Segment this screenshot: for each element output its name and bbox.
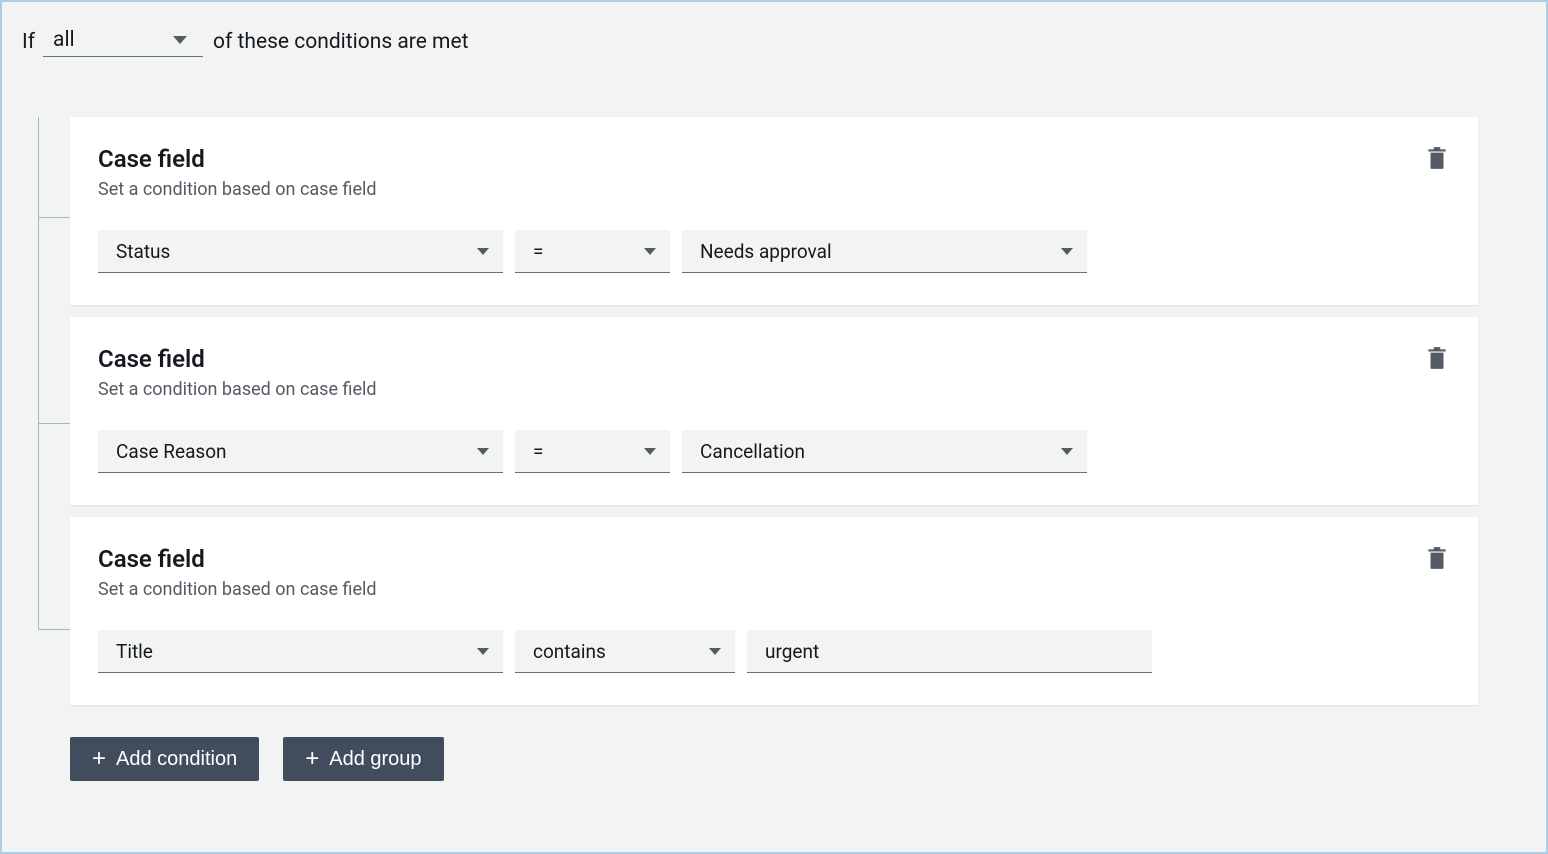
tree-connector-vertical <box>38 217 39 423</box>
trash-icon <box>1424 543 1450 573</box>
trash-icon <box>1424 343 1450 373</box>
value-value: Cancellation <box>700 440 805 463</box>
operator-select[interactable]: contains <box>515 630 735 673</box>
caret-down-icon <box>709 648 721 655</box>
field-select[interactable]: Status <box>98 230 503 273</box>
caret-down-icon <box>1061 448 1073 455</box>
value-input[interactable]: urgent <box>747 630 1152 673</box>
caret-down-icon <box>477 248 489 255</box>
tree-connector-horizontal <box>38 423 70 424</box>
value-text: urgent <box>765 640 819 663</box>
add-group-label: Add group <box>329 748 421 771</box>
tree-connector-horizontal <box>38 629 70 630</box>
quantifier-value: all <box>53 28 75 52</box>
rule-builder-panel: If all of these conditions are met Case … <box>0 0 1548 854</box>
operator-value: contains <box>533 640 606 663</box>
if-label: If <box>22 30 35 54</box>
header-suffix: of these conditions are met <box>213 30 468 54</box>
caret-down-icon <box>477 448 489 455</box>
operator-select[interactable]: = <box>515 430 670 473</box>
delete-condition-button[interactable] <box>1424 543 1450 577</box>
plus-icon: + <box>92 747 106 771</box>
field-value: Title <box>116 640 153 663</box>
conditions-tree: Case field Set a condition based on case… <box>22 117 1526 781</box>
caret-down-icon <box>477 648 489 655</box>
value-value: Needs approval <box>700 240 832 263</box>
add-condition-button[interactable]: + Add condition <box>70 737 259 781</box>
field-value: Case Reason <box>116 440 227 463</box>
field-value: Status <box>116 240 170 263</box>
quantifier-select[interactable]: all <box>43 26 203 57</box>
condition-header: If all of these conditions are met <box>22 26 1526 57</box>
card-title: Case field <box>98 545 377 573</box>
caret-down-icon <box>644 248 656 255</box>
delete-condition-button[interactable] <box>1424 343 1450 377</box>
operator-value: = <box>533 440 543 463</box>
plus-icon: + <box>305 747 319 771</box>
caret-down-icon <box>644 448 656 455</box>
tree-connector-horizontal <box>38 217 70 218</box>
field-select[interactable]: Case Reason <box>98 430 503 473</box>
tree-connector-vertical <box>38 117 39 217</box>
condition-inputs: Status = Needs approval <box>98 230 1450 273</box>
condition-inputs: Case Reason = Cancellation <box>98 430 1450 473</box>
condition-inputs: Title contains urgent <box>98 630 1450 673</box>
caret-down-icon <box>1061 248 1073 255</box>
caret-down-icon <box>173 36 187 44</box>
condition-card: Case field Set a condition based on case… <box>70 117 1478 305</box>
value-select[interactable]: Needs approval <box>682 230 1087 273</box>
card-title: Case field <box>98 345 377 373</box>
trash-icon <box>1424 143 1450 173</box>
value-select[interactable]: Cancellation <box>682 430 1087 473</box>
condition-card: Case field Set a condition based on case… <box>70 317 1478 505</box>
card-title: Case field <box>98 145 377 173</box>
add-condition-label: Add condition <box>116 748 237 771</box>
card-subtitle: Set a condition based on case field <box>98 379 377 400</box>
field-select[interactable]: Title <box>98 630 503 673</box>
condition-card: Case field Set a condition based on case… <box>70 517 1478 705</box>
delete-condition-button[interactable] <box>1424 143 1450 177</box>
operator-value: = <box>533 240 543 263</box>
action-buttons: + Add condition + Add group <box>70 737 1526 781</box>
add-group-button[interactable]: + Add group <box>283 737 443 781</box>
operator-select[interactable]: = <box>515 230 670 273</box>
tree-connector-vertical <box>38 423 39 629</box>
card-subtitle: Set a condition based on case field <box>98 179 377 200</box>
card-subtitle: Set a condition based on case field <box>98 579 377 600</box>
